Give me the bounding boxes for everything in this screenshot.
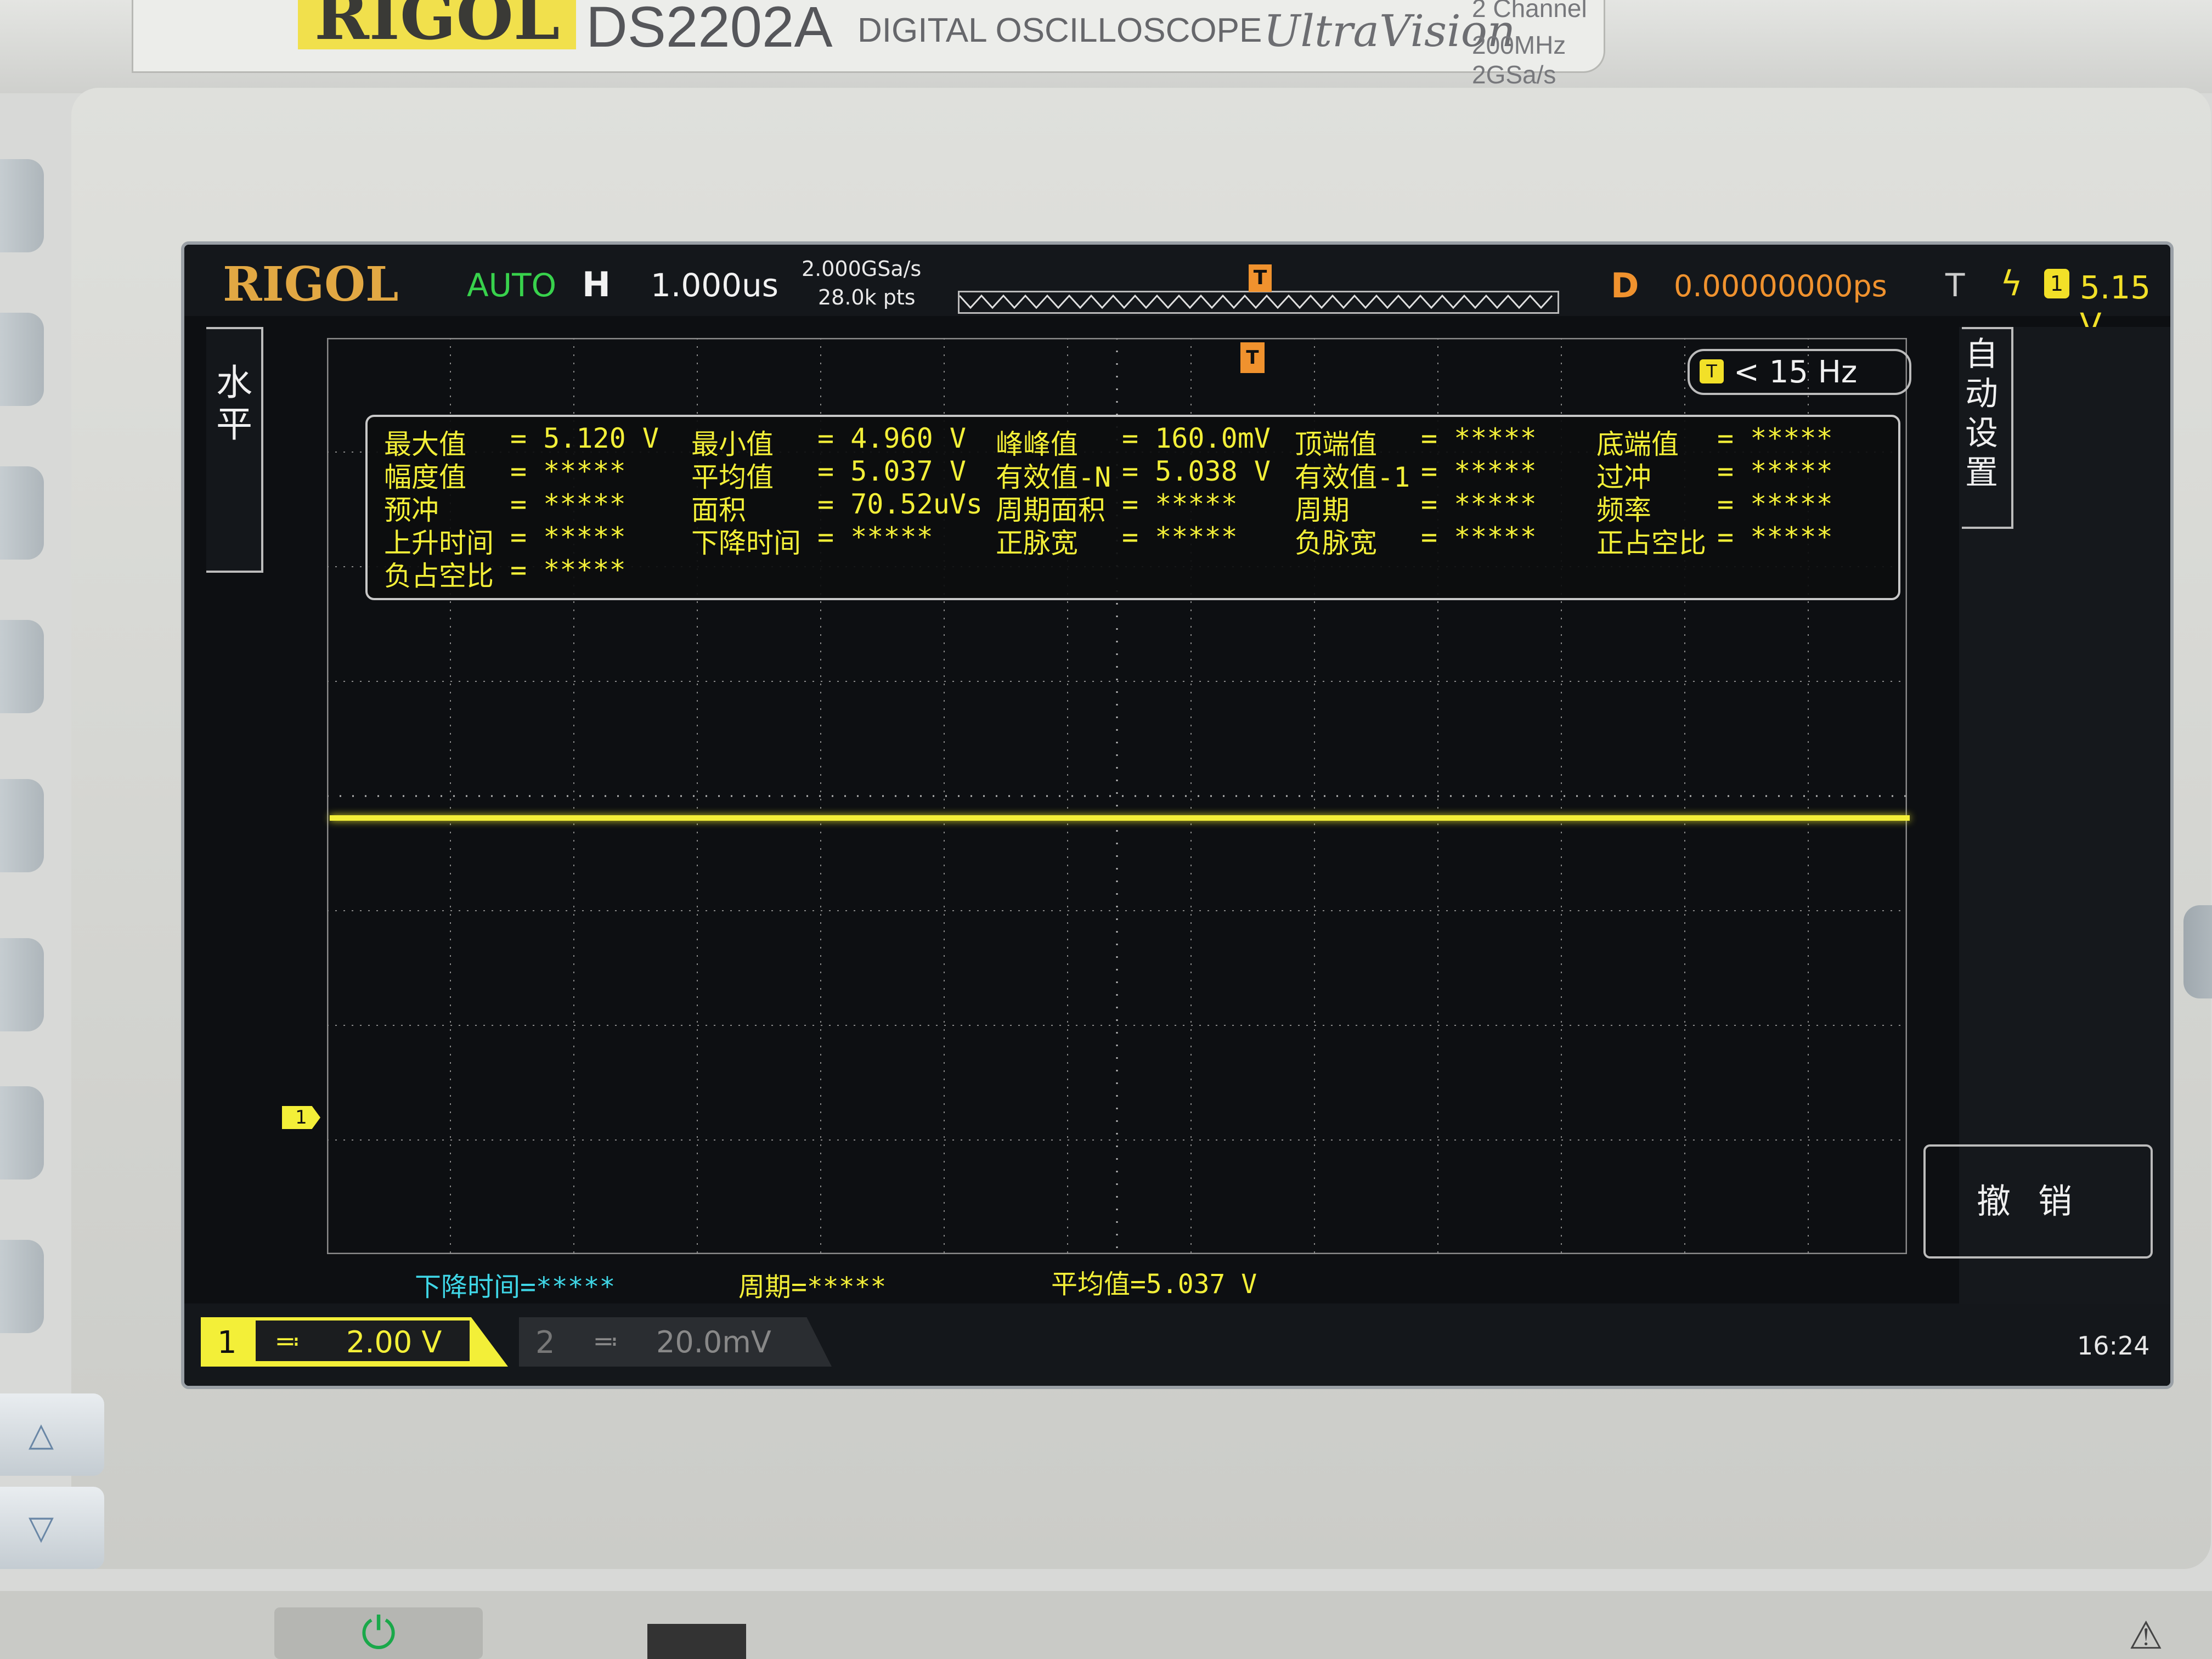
ch1-waveform-trace	[330, 815, 1910, 821]
ch1-number: 1	[217, 1325, 237, 1361]
meas-value: = *****	[1717, 422, 1833, 454]
up-arrow-icon: △	[28, 1415, 54, 1454]
meas-label: 负占空比	[384, 560, 494, 592]
horizontal-menu-label: 水平	[216, 362, 252, 445]
ch1-coupling-icon: ≕	[275, 1326, 300, 1356]
autoset-menu-label: 自动设置	[1965, 335, 1998, 492]
ch2-coupling-icon: ≕	[593, 1326, 618, 1356]
frequency-counter: T < 15 Hz	[1688, 349, 1911, 395]
top-status-bar: RIGOL AUTO H 1.000us 2.000GSa/s 28.0k pt…	[184, 245, 2170, 343]
horizontal-menu-tab[interactable]: 水平	[206, 327, 263, 573]
softkey-left-5[interactable]	[0, 779, 44, 872]
trigger-mode: AUTO	[467, 267, 557, 304]
waveform-overview-strip	[958, 291, 1559, 314]
memory-depth: 28.0k pts	[818, 285, 916, 309]
usb-port	[647, 1624, 746, 1659]
brand-logo: RIGOL	[298, 0, 577, 49]
softkey-left-1[interactable]	[0, 159, 44, 252]
delay-label: D	[1611, 266, 1639, 306]
trigger-marker: T	[1240, 342, 1265, 373]
meas-value: = *****	[1421, 422, 1537, 454]
power-button[interactable]: ⏻	[274, 1607, 483, 1659]
softkey-left-7[interactable]	[0, 1086, 44, 1180]
sample-rate: 2.000GSa/s	[802, 257, 922, 281]
meas-value: = *****	[1717, 455, 1833, 487]
meas-value: = *****	[1421, 488, 1537, 520]
meas-value: = *****	[510, 455, 626, 487]
clock: 16:24	[2077, 1331, 2150, 1361]
meas-value: = 4.960 V	[817, 422, 966, 454]
power-icon: ⏻	[361, 1607, 396, 1658]
undo-button[interactable]: 撤销	[1923, 1144, 2153, 1259]
oscilloscope-screen: RIGOL AUTO H 1.000us 2.000GSa/s 28.0k pt…	[181, 241, 2174, 1389]
down-arrow-button[interactable]: ▽	[0, 1487, 104, 1569]
brand-model: DS2202A	[586, 0, 833, 59]
autoset-menu-title: 自动设置	[1962, 327, 2013, 529]
measurement-table: 最大值 = 5.120 V 最小值 = 4.960 V 峰峰值 = 160.0m…	[365, 415, 1900, 600]
meas-label: 下降时间	[691, 527, 801, 559]
ch2-scale: 20.0mV	[656, 1325, 771, 1359]
meas-value: = *****	[1421, 455, 1537, 487]
meas-value: = *****	[1122, 488, 1238, 520]
ch1-ground-marker[interactable]: 1	[282, 1106, 320, 1129]
meas-value: = *****	[510, 554, 626, 586]
meas-value: = 5.038 V	[1122, 455, 1271, 487]
meas-value: = 5.037 V	[817, 455, 966, 487]
softkey-right[interactable]	[2183, 905, 2212, 998]
meas-label: 负脉宽	[1295, 527, 1377, 559]
softkey-left-8[interactable]	[0, 1240, 44, 1333]
brand-spec-channels: 2 Channel	[1472, 0, 1587, 22]
meas-value: = *****	[510, 488, 626, 520]
brand-description: DIGITAL OSCILLOSCOPE	[857, 12, 1262, 49]
trigger-position-marker: T	[1249, 264, 1272, 292]
meas-value: = *****	[817, 521, 933, 553]
brand-badge: RIGOL DS2202A DIGITAL OSCILLOSCOPE Ultra…	[132, 0, 1605, 89]
trigger-source: 1	[2044, 269, 2069, 298]
softkey-left-2[interactable]	[0, 313, 44, 406]
softkey-left-6[interactable]	[0, 938, 44, 1031]
ch1-status-button[interactable]: 1 ≕ 2.00 V	[201, 1317, 508, 1367]
overview-waveform	[960, 294, 1553, 309]
delay-value: 0.00000000ps	[1674, 269, 1887, 303]
horizontal-label: H	[582, 264, 611, 304]
frequency-counter-value: < 15 Hz	[1734, 354, 1858, 390]
stat-average: 平均值=5.037 V	[1051, 1269, 1257, 1300]
timebase: 1.000us	[651, 267, 779, 304]
meas-value: = *****	[1717, 521, 1833, 553]
meas-value: = *****	[1122, 521, 1238, 553]
meas-label: 正占空比	[1596, 527, 1706, 559]
meas-value: = *****	[1421, 521, 1537, 553]
down-arrow-icon: ▽	[28, 1509, 54, 1547]
warning-icon: ⚠	[2129, 1613, 2163, 1658]
meas-value: = *****	[1717, 488, 1833, 520]
trigger-label: T	[1945, 267, 1965, 304]
ch1-scale: 2.00 V	[346, 1325, 442, 1359]
brand-spec-bandwidth: 200MHz 2GSa/s	[1472, 31, 1566, 89]
screen-logo: RIGOL	[223, 257, 399, 312]
trigger-edge-icon: ϟ	[2000, 263, 2023, 303]
stat-fall-time: 下降时间=*****	[415, 1272, 616, 1302]
softkey-left-3[interactable]	[0, 466, 44, 560]
softkey-left-4[interactable]	[0, 620, 44, 713]
meas-value: = 5.120 V	[510, 422, 659, 454]
meas-label: 正脉宽	[996, 527, 1078, 559]
frequency-counter-channel: T	[1700, 359, 1724, 383]
meas-value: = *****	[510, 521, 626, 553]
stat-period: 周期=*****	[738, 1272, 887, 1302]
ch2-status-button[interactable]: 2 ≕ 20.0mV	[519, 1317, 832, 1367]
meas-value: = 70.52uVs	[817, 488, 983, 520]
meas-value: = 160.0mV	[1122, 422, 1271, 454]
up-arrow-button[interactable]: △	[0, 1393, 104, 1476]
ch2-number: 2	[535, 1325, 555, 1361]
